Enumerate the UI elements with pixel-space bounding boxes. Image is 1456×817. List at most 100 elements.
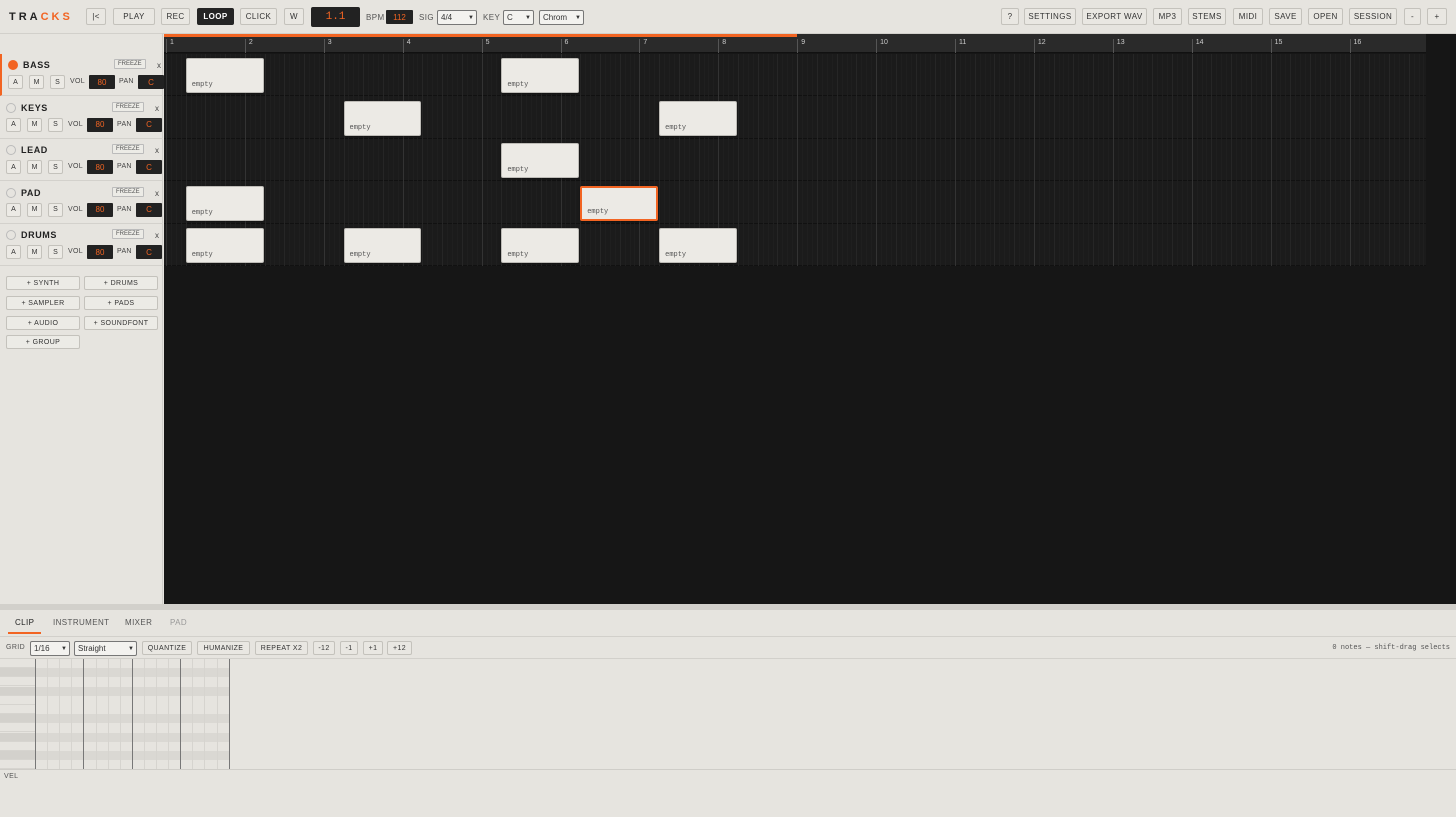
- save-button[interactable]: SAVE: [1269, 8, 1302, 25]
- piano-roll[interactable]: [0, 658, 1456, 770]
- piano-key[interactable]: [0, 751, 35, 760]
- track-header[interactable]: LEAD FREEZE x A M S VOL 80 PAN C: [0, 139, 163, 181]
- pan-field[interactable]: C: [136, 245, 162, 259]
- clip[interactable]: empty: [501, 143, 580, 178]
- solo-button[interactable]: S: [48, 117, 63, 132]
- loop-button[interactable]: LOOP: [197, 8, 234, 25]
- piano-key[interactable]: [0, 760, 35, 770]
- freeze-button[interactable]: FREEZE: [112, 101, 144, 112]
- export-wav-button[interactable]: EXPORT WAV: [1082, 8, 1147, 25]
- arm-record-button[interactable]: [6, 145, 16, 155]
- arm-record-button[interactable]: [6, 187, 16, 198]
- add-drums-button[interactable]: + DRUMS: [84, 276, 158, 290]
- clip[interactable]: empty: [501, 228, 580, 263]
- loop-region[interactable]: [164, 34, 798, 37]
- clip[interactable]: empty: [185, 58, 264, 93]
- mute-button[interactable]: M: [27, 160, 42, 174]
- piano-key[interactable]: [0, 732, 35, 742]
- freeze-button[interactable]: FREEZE: [114, 59, 146, 69]
- volume-field[interactable]: 80: [87, 117, 113, 132]
- feel-select[interactable]: Straight ▼: [74, 641, 137, 656]
- tab-instrument[interactable]: INSTRUMENT: [53, 618, 109, 627]
- time-signature-select[interactable]: 4/4 ▼: [437, 10, 477, 25]
- tab-pad[interactable]: PAD: [170, 618, 187, 627]
- rewind-button[interactable]: |<: [86, 8, 106, 25]
- add-group-button[interactable]: + GROUP: [6, 335, 80, 349]
- grid-select[interactable]: 1/16 ▼: [30, 641, 70, 656]
- freeze-button[interactable]: FREEZE: [112, 229, 144, 239]
- arm-record-button[interactable]: [6, 102, 16, 113]
- timeline-ruler[interactable]: 1 2 3 4 5 6 7 8 9 10 11 12 13 14 15 16: [164, 34, 1426, 53]
- automation-button[interactable]: A: [6, 117, 21, 132]
- transpose-down-button[interactable]: -1: [340, 641, 358, 655]
- track-lanes[interactable]: empty empty empty empty empty empty empty empty…: [164, 54, 1426, 266]
- help-button[interactable]: ?: [1001, 8, 1019, 25]
- settings-button[interactable]: SETTINGS: [1024, 8, 1076, 25]
- pan-field[interactable]: C: [136, 117, 162, 132]
- delete-track-button[interactable]: x: [155, 104, 159, 113]
- piano-key[interactable]: [0, 705, 35, 714]
- w-button[interactable]: W: [284, 8, 304, 25]
- freeze-button[interactable]: FREEZE: [112, 186, 144, 197]
- solo-button[interactable]: S: [48, 245, 63, 259]
- automation-button[interactable]: A: [6, 160, 21, 174]
- mute-button[interactable]: M: [27, 117, 42, 132]
- track-header[interactable]: BASS FREEZE x A M S VOL 80 PAN C: [0, 54, 164, 96]
- automation-button[interactable]: A: [8, 75, 23, 89]
- midi-button[interactable]: MIDI: [1233, 8, 1263, 25]
- pan-field[interactable]: C: [136, 160, 162, 174]
- record-button[interactable]: REC: [161, 8, 190, 25]
- play-button[interactable]: PLAY: [113, 8, 155, 25]
- piano-key[interactable]: [0, 659, 35, 668]
- add-pads-button[interactable]: + PADS: [84, 296, 158, 310]
- delete-track-button[interactable]: x: [155, 146, 159, 155]
- transpose-down-octave-button[interactable]: -12: [313, 641, 335, 655]
- piano-key[interactable]: [0, 723, 35, 733]
- solo-button[interactable]: S: [50, 75, 65, 89]
- bpm-field[interactable]: 112: [386, 10, 413, 24]
- track-name[interactable]: PAD: [21, 188, 41, 198]
- mp3-button[interactable]: MP3: [1153, 8, 1182, 25]
- transpose-up-button[interactable]: +1: [363, 641, 383, 655]
- arrangement-view[interactable]: 1 2 3 4 5 6 7 8 9 10 11 12 13 14 15 16 empty empty empty e…: [164, 34, 1456, 604]
- delete-track-button[interactable]: x: [155, 189, 159, 198]
- quantize-button[interactable]: QUANTIZE: [142, 641, 192, 655]
- pan-field[interactable]: C: [138, 75, 164, 89]
- transpose-up-octave-button[interactable]: +12: [387, 641, 412, 655]
- key-select[interactable]: C ▼: [503, 10, 534, 25]
- clip[interactable]: empty: [185, 228, 264, 263]
- track-header[interactable]: PAD FREEZE x A M S VOL 80 PAN C: [0, 182, 163, 224]
- mute-button[interactable]: M: [27, 245, 42, 259]
- volume-field[interactable]: 80: [89, 75, 115, 89]
- delete-track-button[interactable]: x: [157, 61, 161, 70]
- clip[interactable]: empty: [659, 228, 738, 263]
- piano-key[interactable]: [0, 668, 35, 678]
- piano-key[interactable]: [0, 742, 35, 751]
- arm-record-button[interactable]: [6, 230, 16, 240]
- piano-key[interactable]: [0, 714, 35, 724]
- add-synth-button[interactable]: + SYNTH: [6, 276, 80, 290]
- track-name[interactable]: BASS: [23, 60, 50, 70]
- session-button[interactable]: SESSION: [1349, 8, 1397, 25]
- add-soundfont-button[interactable]: + SOUNDFONT: [84, 316, 158, 330]
- zoom-out-button[interactable]: -: [1404, 8, 1421, 25]
- clip[interactable]: empty: [343, 100, 422, 136]
- tab-clip[interactable]: CLIP: [15, 618, 34, 627]
- repeat-button[interactable]: REPEAT X2: [255, 641, 308, 655]
- automation-button[interactable]: A: [6, 245, 21, 259]
- mute-button[interactable]: M: [27, 202, 42, 217]
- track-name[interactable]: DRUMS: [21, 230, 57, 240]
- automation-button[interactable]: A: [6, 202, 21, 217]
- freeze-button[interactable]: FREEZE: [112, 144, 144, 154]
- volume-field[interactable]: 80: [87, 160, 113, 174]
- solo-button[interactable]: S: [48, 202, 63, 217]
- add-audio-button[interactable]: + AUDIO: [6, 316, 80, 330]
- piano-key[interactable]: [0, 696, 35, 705]
- clip[interactable]: empty: [501, 58, 580, 93]
- volume-field[interactable]: 80: [87, 202, 113, 217]
- add-sampler-button[interactable]: + SAMPLER: [6, 296, 80, 310]
- scale-select[interactable]: Chrom ▼: [539, 10, 584, 25]
- tab-mixer[interactable]: MIXER: [125, 618, 152, 627]
- arm-record-button[interactable]: [8, 60, 18, 70]
- click-button[interactable]: CLICK: [240, 8, 277, 25]
